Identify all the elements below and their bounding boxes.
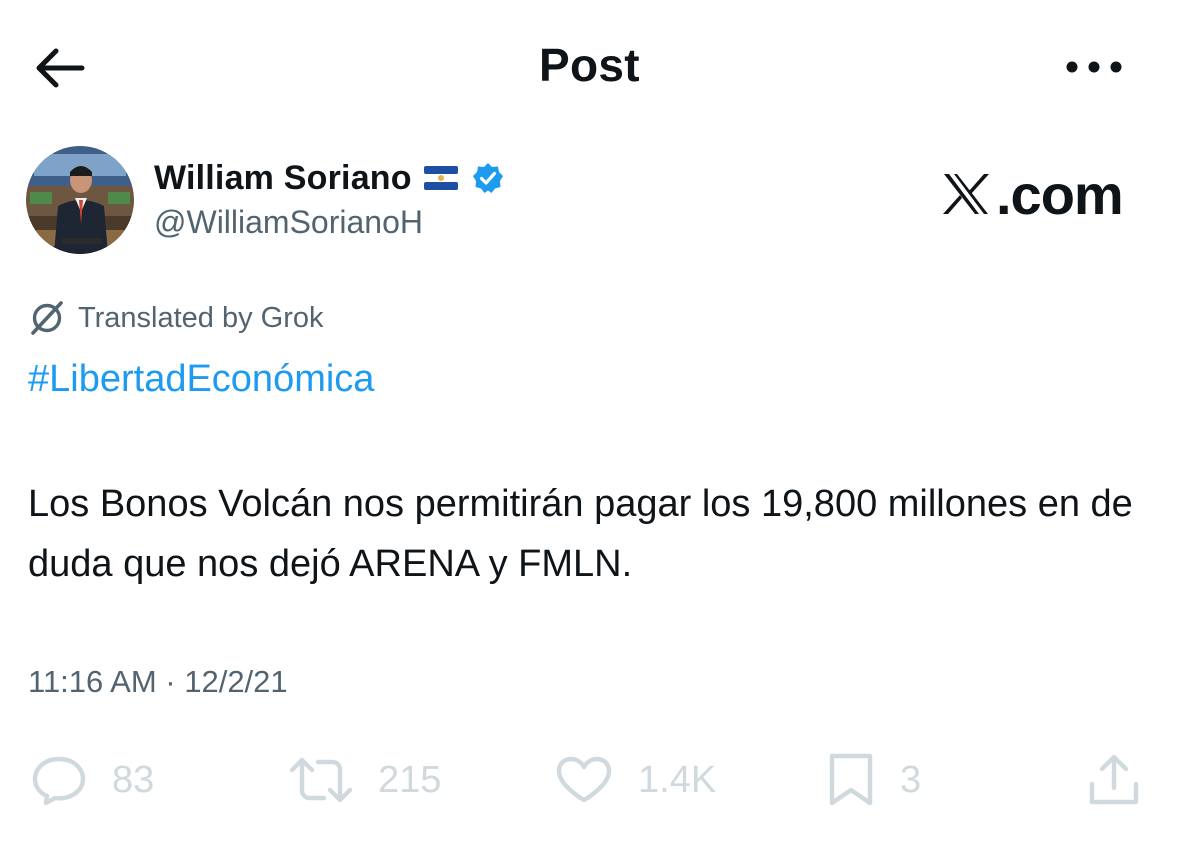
reply-count: 83 — [112, 758, 155, 801]
avatar[interactable] — [26, 146, 134, 254]
translated-label: Translated by Grok — [78, 301, 324, 334]
like-count: 1.4K — [638, 758, 717, 801]
translated-by-grok[interactable]: Translated by Grok — [28, 298, 324, 338]
el-salvador-flag-icon — [423, 166, 458, 190]
heart-icon — [556, 756, 612, 803]
x-com-logo: .com — [940, 162, 1130, 226]
reply-button[interactable]: 83 — [30, 752, 154, 808]
share-icon — [1089, 754, 1139, 805]
share-button[interactable] — [1086, 752, 1142, 808]
reply-icon — [32, 756, 86, 806]
repost-count: 215 — [378, 758, 442, 801]
page-title: Post — [539, 39, 640, 91]
bookmark-button[interactable]: 3 — [826, 752, 921, 808]
x-logo-icon — [943, 174, 989, 214]
more-horizontal-icon — [1066, 61, 1122, 73]
bookmark-count: 3 — [900, 758, 922, 801]
repost-button[interactable]: 215 — [288, 752, 441, 808]
grok-icon — [28, 299, 66, 337]
hashtag-link[interactable]: #LibertadEconómica — [28, 358, 374, 401]
bookmark-icon — [829, 753, 873, 806]
post-timestamp[interactable]: 11:16 AM · 12/2/21 — [28, 664, 288, 700]
x-com-text: .com — [996, 162, 1124, 226]
verified-badge-icon — [472, 162, 504, 194]
author-name-row[interactable]: William Soriano — [154, 158, 504, 198]
author-handle[interactable]: @WilliamSorianoH — [154, 204, 423, 241]
repost-icon — [289, 757, 353, 803]
more-options-button[interactable] — [1062, 50, 1126, 84]
author-name[interactable]: William Soriano — [154, 159, 412, 198]
post-text: Los Bonos Volcán nos permitirán pagar lo… — [28, 483, 1133, 585]
like-button[interactable]: 1.4K — [554, 752, 716, 808]
